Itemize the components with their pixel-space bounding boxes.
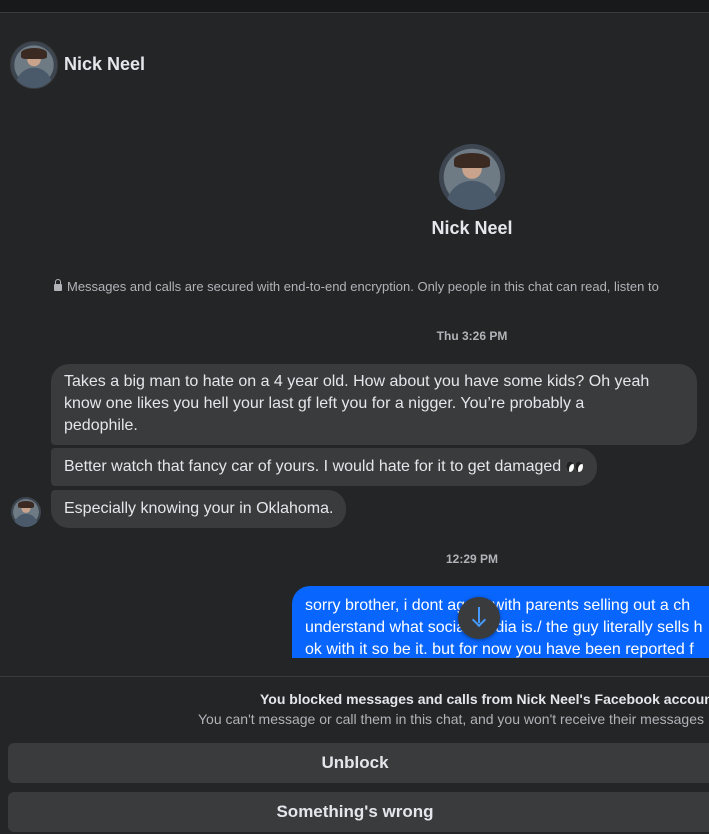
unblock-button[interactable]: Unblock xyxy=(8,743,709,783)
eyes-icon xyxy=(565,461,584,473)
message-bubble-incoming[interactable]: Takes a big man to hate on a 4 year old.… xyxy=(51,364,697,445)
divider xyxy=(0,676,709,677)
message-bubble-outgoing[interactable]: sorry brother, i dont agree with parents… xyxy=(292,586,709,658)
timestamp: 12:29 PM xyxy=(445,552,499,566)
blocked-title: You blocked messages and calls from Nick… xyxy=(260,691,709,707)
arrow-down-icon xyxy=(473,607,485,627)
message-bubble-incoming[interactable]: Better watch that fancy car of yours. I … xyxy=(51,448,597,486)
message-bubble-incoming[interactable]: Especially knowing your in Oklahoma. xyxy=(51,490,347,528)
message-text: Better watch that fancy car of yours. I … xyxy=(64,458,562,475)
something-wrong-button[interactable]: Something's wrong xyxy=(8,792,709,832)
message-line: pedophile. xyxy=(64,417,138,434)
profile-avatar[interactable] xyxy=(439,144,505,210)
scroll-to-bottom-button[interactable] xyxy=(458,597,500,639)
lock-icon xyxy=(54,279,62,291)
message-line: sorry brother, i dont agree with parents… xyxy=(305,597,691,614)
timestamp: Thu 3:26 PM xyxy=(436,329,508,343)
profile-name: Nick Neel xyxy=(431,218,513,238)
message-text: Especially knowing your in Oklahoma. xyxy=(64,500,334,517)
sender-avatar[interactable] xyxy=(11,497,41,527)
message-line: understand what social media is./ the gu… xyxy=(305,619,703,636)
encryption-notice: Messages and calls are secured with end-… xyxy=(54,279,659,294)
blocked-subtitle: You can't message or call them in this c… xyxy=(198,711,704,727)
message-list[interactable]: Nick Neel Messages and calls are secured… xyxy=(0,0,709,658)
message-line: Takes a big man to hate on a 4 year old.… xyxy=(64,373,650,390)
message-line: ok with it so be it. but for now you hav… xyxy=(305,641,694,658)
message-line: know one likes you hell your last gf lef… xyxy=(64,395,585,412)
encryption-text: Messages and calls are secured with end-… xyxy=(67,279,659,294)
